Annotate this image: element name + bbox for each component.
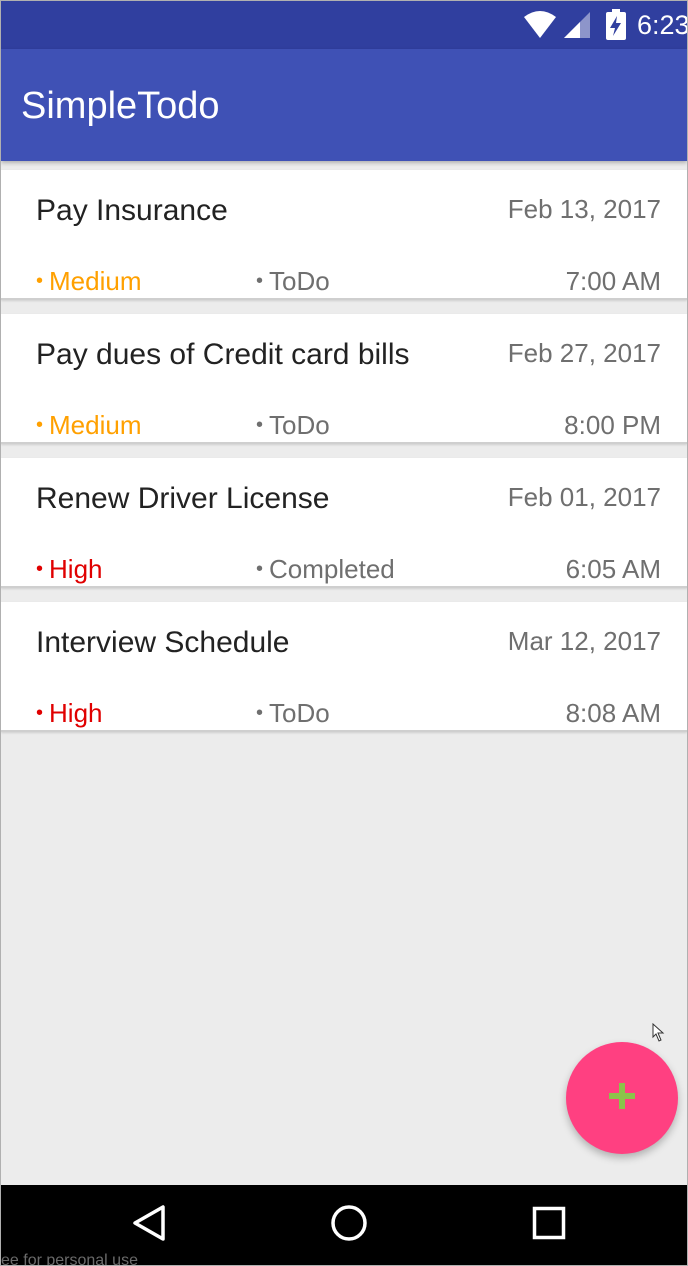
task-card[interactable]: Pay dues of Credit card bills Feb 27, 20… — [1, 314, 687, 444]
task-priority-label: High — [49, 554, 103, 584]
task-card[interactable]: Pay Insurance Feb 13, 2017 • Medium • ToDo… — [1, 170, 687, 300]
task-title: Renew Driver License — [36, 482, 330, 515]
phone-screen: 6:23 SimpleTodo Pay Insurance Feb 13, 20… — [0, 0, 688, 1266]
priority-dot-icon: • — [36, 702, 44, 724]
recents-button[interactable] — [509, 1185, 589, 1265]
priority-dot-icon: • — [36, 414, 44, 436]
task-date: Feb 01, 2017 — [507, 482, 661, 512]
task-time: 6:05 AM — [565, 554, 661, 584]
priority-dot-icon: • — [36, 558, 44, 580]
task-card[interactable]: Renew Driver License Feb 01, 2017 • High … — [1, 458, 687, 588]
back-icon — [131, 1204, 167, 1247]
task-status: • ToDo — [256, 266, 330, 297]
task-time: 7:00 AM — [565, 266, 661, 296]
task-priority: • High — [36, 698, 103, 729]
add-task-button[interactable] — [566, 1042, 678, 1154]
status-clock: 6:23 — [637, 9, 687, 40]
task-priority-label: Medium — [49, 410, 142, 440]
priority-dot-icon: • — [36, 270, 44, 292]
task-date: Feb 27, 2017 — [507, 338, 661, 368]
task-priority-label: High — [49, 698, 103, 728]
status-dot-icon: • — [256, 558, 264, 580]
task-priority: • Medium — [36, 410, 142, 441]
task-status: • Completed — [256, 554, 395, 585]
status-dot-icon: • — [256, 270, 264, 292]
home-icon — [330, 1204, 368, 1247]
cursor-icon — [652, 1022, 666, 1050]
app-title: SimpleTodo — [21, 85, 220, 127]
task-date: Feb 13, 2017 — [507, 194, 661, 224]
task-title: Pay dues of Credit card bills — [36, 338, 410, 371]
task-title: Pay Insurance — [36, 194, 228, 227]
battery-charging-icon — [605, 9, 627, 41]
task-status-label: ToDo — [269, 266, 330, 296]
wifi-icon — [523, 11, 557, 39]
task-priority-label: Medium — [49, 266, 142, 296]
status-icons: 6:23 — [523, 1, 687, 49]
home-button[interactable] — [309, 1185, 389, 1265]
task-priority: • High — [36, 554, 103, 585]
status-bar: 6:23 — [1, 1, 687, 49]
task-time: 8:00 PM — [564, 410, 661, 440]
app-bar: SimpleTodo — [1, 49, 687, 161]
status-dot-icon: • — [256, 702, 264, 724]
task-card[interactable]: Interview Schedule Mar 12, 2017 • High • T… — [1, 602, 687, 732]
task-date: Mar 12, 2017 — [507, 626, 661, 656]
cellular-signal-icon — [563, 11, 591, 39]
task-time: 8:08 AM — [565, 698, 661, 728]
watermark-text: ee for personal use — [1, 1253, 138, 1266]
task-priority: • Medium — [36, 266, 142, 297]
task-title: Interview Schedule — [36, 626, 290, 659]
task-status: • ToDo — [256, 410, 330, 441]
task-status-label: ToDo — [269, 698, 330, 728]
status-dot-icon: • — [256, 414, 264, 436]
task-status: • ToDo — [256, 698, 330, 729]
plus-icon — [607, 1081, 637, 1116]
recents-icon — [532, 1206, 566, 1245]
task-status-label: ToDo — [269, 410, 330, 440]
task-status-label: Completed — [269, 554, 395, 584]
